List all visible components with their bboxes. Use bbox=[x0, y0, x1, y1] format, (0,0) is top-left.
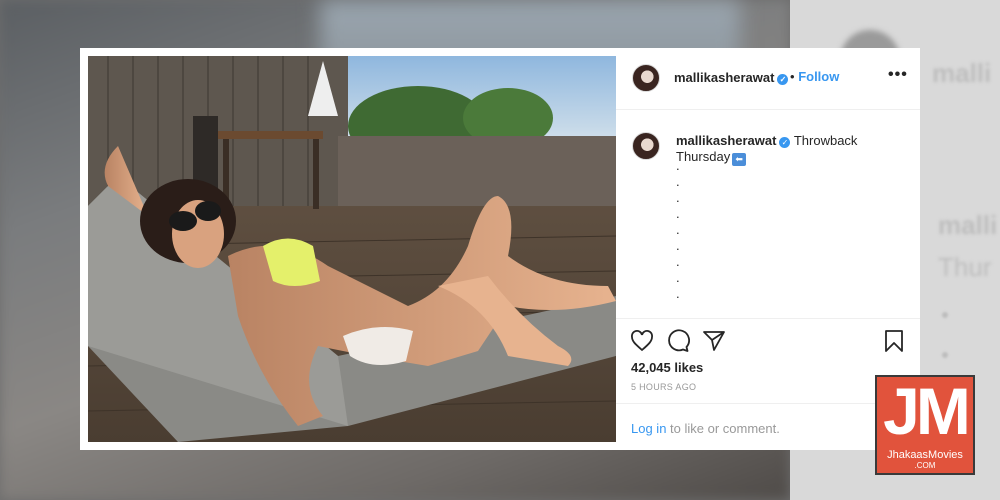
username-text[interactable]: mallikasherawat bbox=[674, 70, 774, 85]
header-username[interactable]: mallikasherawat ✓ bbox=[674, 70, 789, 85]
likes-count[interactable]: 42,045 likes bbox=[631, 360, 703, 375]
separator-dot: • bbox=[790, 69, 795, 84]
login-suffix: to like or comment. bbox=[666, 421, 780, 436]
caption-dots: . . . . . . . . . bbox=[676, 158, 680, 302]
comment-icon[interactable] bbox=[666, 329, 690, 353]
login-link[interactable]: Log in bbox=[631, 421, 666, 436]
post-photo[interactable] bbox=[88, 56, 616, 442]
bookmark-icon[interactable] bbox=[882, 329, 906, 353]
caption-dot: . bbox=[676, 174, 680, 189]
blurred-username: malli bbox=[932, 58, 992, 88]
instagram-post-card: mallikasherawat ✓ • Follow ••• mallikashe… bbox=[80, 48, 920, 450]
caption-dot: . bbox=[676, 222, 680, 237]
logo-name: JhakaasMovies bbox=[887, 449, 963, 461]
caption-text: mallikasherawat ✓ Throwback Thursday ⬅ bbox=[676, 133, 876, 166]
follow-button[interactable]: • Follow bbox=[790, 69, 839, 84]
avatar[interactable] bbox=[632, 132, 660, 160]
post-header: mallikasherawat ✓ • Follow ••• bbox=[616, 48, 920, 110]
avatar[interactable] bbox=[632, 64, 660, 92]
blurred-caption: Thur bbox=[938, 252, 992, 282]
logo-tld: .COM bbox=[914, 461, 936, 470]
caption-dot: . bbox=[676, 158, 680, 173]
caption-dot: . bbox=[676, 238, 680, 253]
verified-badge-icon: ✓ bbox=[779, 137, 791, 148]
logo-mark: JM bbox=[883, 374, 971, 448]
jhakaasmovies-logo: JM JhakaasMovies .COM bbox=[875, 374, 975, 475]
caption-dot: . bbox=[676, 286, 680, 301]
caption-dot: . bbox=[676, 254, 680, 269]
caption-comment: mallikasherawat ✓ Throwback Thursday ⬅ . .… bbox=[616, 110, 920, 318]
verified-badge-icon: ✓ bbox=[777, 74, 789, 85]
blurred-username-2: malli bbox=[938, 210, 998, 240]
post-photo-illustration bbox=[88, 56, 616, 442]
caption-dot: . bbox=[676, 206, 680, 221]
share-icon[interactable] bbox=[702, 329, 726, 353]
heart-icon[interactable] bbox=[630, 329, 654, 353]
caption-username[interactable]: mallikasherawat bbox=[676, 133, 776, 148]
caption-dot: . bbox=[676, 270, 680, 285]
post-timestamp[interactable]: 5 HOURS AGO bbox=[631, 382, 696, 392]
more-options-icon[interactable]: ••• bbox=[888, 66, 908, 84]
follow-label[interactable]: Follow bbox=[798, 69, 839, 84]
caption-dot: . bbox=[676, 190, 680, 205]
blurred-dot bbox=[942, 352, 948, 358]
back-arrow-emoji-icon: ⬅ bbox=[732, 153, 747, 166]
blurred-dot bbox=[942, 312, 948, 318]
login-prompt-text: Log in to like or comment. bbox=[631, 421, 780, 436]
